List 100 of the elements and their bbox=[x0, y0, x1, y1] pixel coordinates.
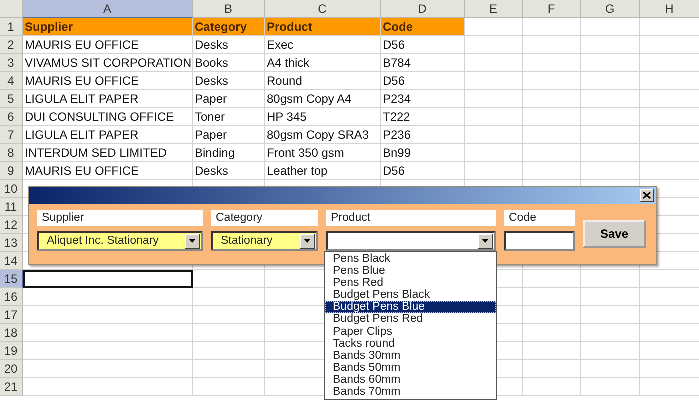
row-header[interactable]: 1 bbox=[0, 18, 23, 36]
table-cell: Paper bbox=[193, 126, 265, 144]
column-header[interactable]: G bbox=[581, 0, 640, 18]
table-cell bbox=[465, 126, 523, 144]
column-header[interactable]: B bbox=[193, 0, 265, 18]
table-cell bbox=[581, 90, 640, 108]
combo-box[interactable]: Aliquet Inc. Stationary bbox=[37, 231, 203, 251]
row-header[interactable]: 6 bbox=[0, 108, 23, 126]
table-cell: D56 bbox=[381, 72, 465, 90]
column-header[interactable]: D bbox=[381, 0, 465, 18]
list-option[interactable]: Pens Black bbox=[325, 253, 496, 266]
caret-icon bbox=[482, 239, 489, 243]
list-option[interactable]: Budget Pens Red bbox=[325, 313, 496, 326]
row-header[interactable]: 12 bbox=[0, 216, 23, 234]
table-cell bbox=[581, 324, 640, 342]
list-option[interactable]: Budget Pens Black bbox=[325, 289, 496, 302]
row-header[interactable]: 18 bbox=[0, 324, 23, 342]
input-field[interactable] bbox=[504, 231, 575, 251]
table-cell bbox=[193, 378, 265, 396]
table-cell: Paper bbox=[193, 90, 265, 108]
table-cell: D56 bbox=[381, 36, 465, 54]
table-cell: MAURIS EU OFFICE bbox=[23, 72, 193, 90]
table-cell: Bn99 bbox=[381, 144, 465, 162]
table-cell: Toner bbox=[193, 108, 265, 126]
column-header[interactable]: F bbox=[523, 0, 581, 18]
row-header[interactable]: 16 bbox=[0, 288, 23, 306]
table-cell bbox=[523, 18, 581, 36]
table-cell: D56 bbox=[381, 162, 465, 180]
table-cell bbox=[581, 378, 640, 396]
table-cell bbox=[465, 54, 523, 72]
row-header[interactable]: 5 bbox=[0, 90, 23, 108]
row-header[interactable]: 11 bbox=[0, 198, 23, 216]
table-cell bbox=[193, 270, 265, 288]
table-cell: Books bbox=[193, 54, 265, 72]
save-button[interactable]: Save bbox=[583, 220, 646, 248]
table-cell: Leather top bbox=[265, 162, 381, 180]
table-cell: T222 bbox=[381, 108, 465, 126]
field-label: Category bbox=[211, 210, 318, 226]
row-header[interactable]: 21 bbox=[0, 378, 23, 396]
row-header[interactable]: 4 bbox=[0, 72, 23, 90]
table-cell bbox=[581, 72, 640, 90]
row-header[interactable]: 7 bbox=[0, 126, 23, 144]
table-cell bbox=[465, 144, 523, 162]
row-header[interactable]: 10 bbox=[0, 180, 23, 198]
table-cell: Desks bbox=[193, 36, 265, 54]
table-cell: Round bbox=[265, 72, 381, 90]
table-cell bbox=[523, 270, 581, 288]
caret-icon bbox=[304, 239, 311, 243]
row-header[interactable]: 19 bbox=[0, 342, 23, 360]
table-cell: 80gsm Copy SRA3 bbox=[265, 126, 381, 144]
table-cell: P234 bbox=[381, 90, 465, 108]
row-header[interactable]: 2 bbox=[0, 36, 23, 54]
row-header[interactable]: 8 bbox=[0, 144, 23, 162]
row-header[interactable]: 9 bbox=[0, 162, 23, 180]
field-label: Supplier bbox=[37, 210, 203, 226]
header-cell: Supplier bbox=[23, 18, 193, 36]
table-cell: LIGULA ELIT PAPER bbox=[23, 126, 193, 144]
table-cell bbox=[523, 108, 581, 126]
table-cell: 80gsm Copy A4 bbox=[265, 90, 381, 108]
dropdown-button[interactable] bbox=[185, 234, 200, 248]
list-option[interactable]: Pens Blue bbox=[325, 265, 496, 278]
column-header[interactable]: H bbox=[640, 0, 699, 18]
row-header[interactable]: 3 bbox=[0, 54, 23, 72]
table-cell: Exec bbox=[265, 36, 381, 54]
table-cell bbox=[465, 90, 523, 108]
table-cell: P236 bbox=[381, 126, 465, 144]
table-cell bbox=[193, 288, 265, 306]
row-header[interactable]: 14 bbox=[0, 252, 23, 270]
list-option[interactable]: Bands 60mm bbox=[325, 374, 496, 386]
list-option[interactable]: Bands 50mm bbox=[325, 362, 496, 374]
column-header[interactable]: C bbox=[265, 0, 381, 18]
table-cell bbox=[465, 108, 523, 126]
combo-box[interactable] bbox=[326, 231, 496, 251]
caret-icon bbox=[189, 239, 196, 243]
list-option[interactable]: Paper Clips bbox=[325, 326, 496, 338]
column-header[interactable]: A bbox=[23, 0, 193, 18]
table-cell bbox=[523, 288, 581, 306]
row-header[interactable]: 13 bbox=[0, 234, 23, 252]
table-cell bbox=[523, 306, 581, 324]
table-cell bbox=[581, 54, 640, 72]
row-header[interactable]: 17 bbox=[0, 306, 23, 324]
list-option[interactable]: Pens Red bbox=[325, 277, 496, 290]
row-header[interactable]: 20 bbox=[0, 360, 23, 378]
table-cell bbox=[465, 72, 523, 90]
combo-box[interactable]: Stationary bbox=[211, 231, 318, 251]
list-option[interactable]: Bands 30mm bbox=[325, 350, 496, 362]
column-header[interactable]: E bbox=[465, 0, 523, 18]
close-button[interactable] bbox=[640, 189, 654, 202]
dropdown-button[interactable] bbox=[478, 234, 493, 248]
list-option[interactable]: Budget Pens Blue bbox=[325, 301, 496, 314]
header-cell: Code bbox=[381, 18, 465, 36]
list-option[interactable]: Tacks round bbox=[325, 338, 496, 350]
row-header[interactable]: 15 bbox=[0, 270, 23, 288]
table-cell bbox=[523, 72, 581, 90]
table-cell: DUI CONSULTING OFFICE bbox=[23, 108, 193, 126]
table-cell: Binding bbox=[193, 144, 265, 162]
list-option[interactable]: Bands 70mm bbox=[325, 386, 496, 398]
dropdown-button[interactable] bbox=[300, 234, 315, 248]
table-cell bbox=[193, 342, 265, 360]
table-cell: MAURIS EU OFFICE bbox=[23, 36, 193, 54]
